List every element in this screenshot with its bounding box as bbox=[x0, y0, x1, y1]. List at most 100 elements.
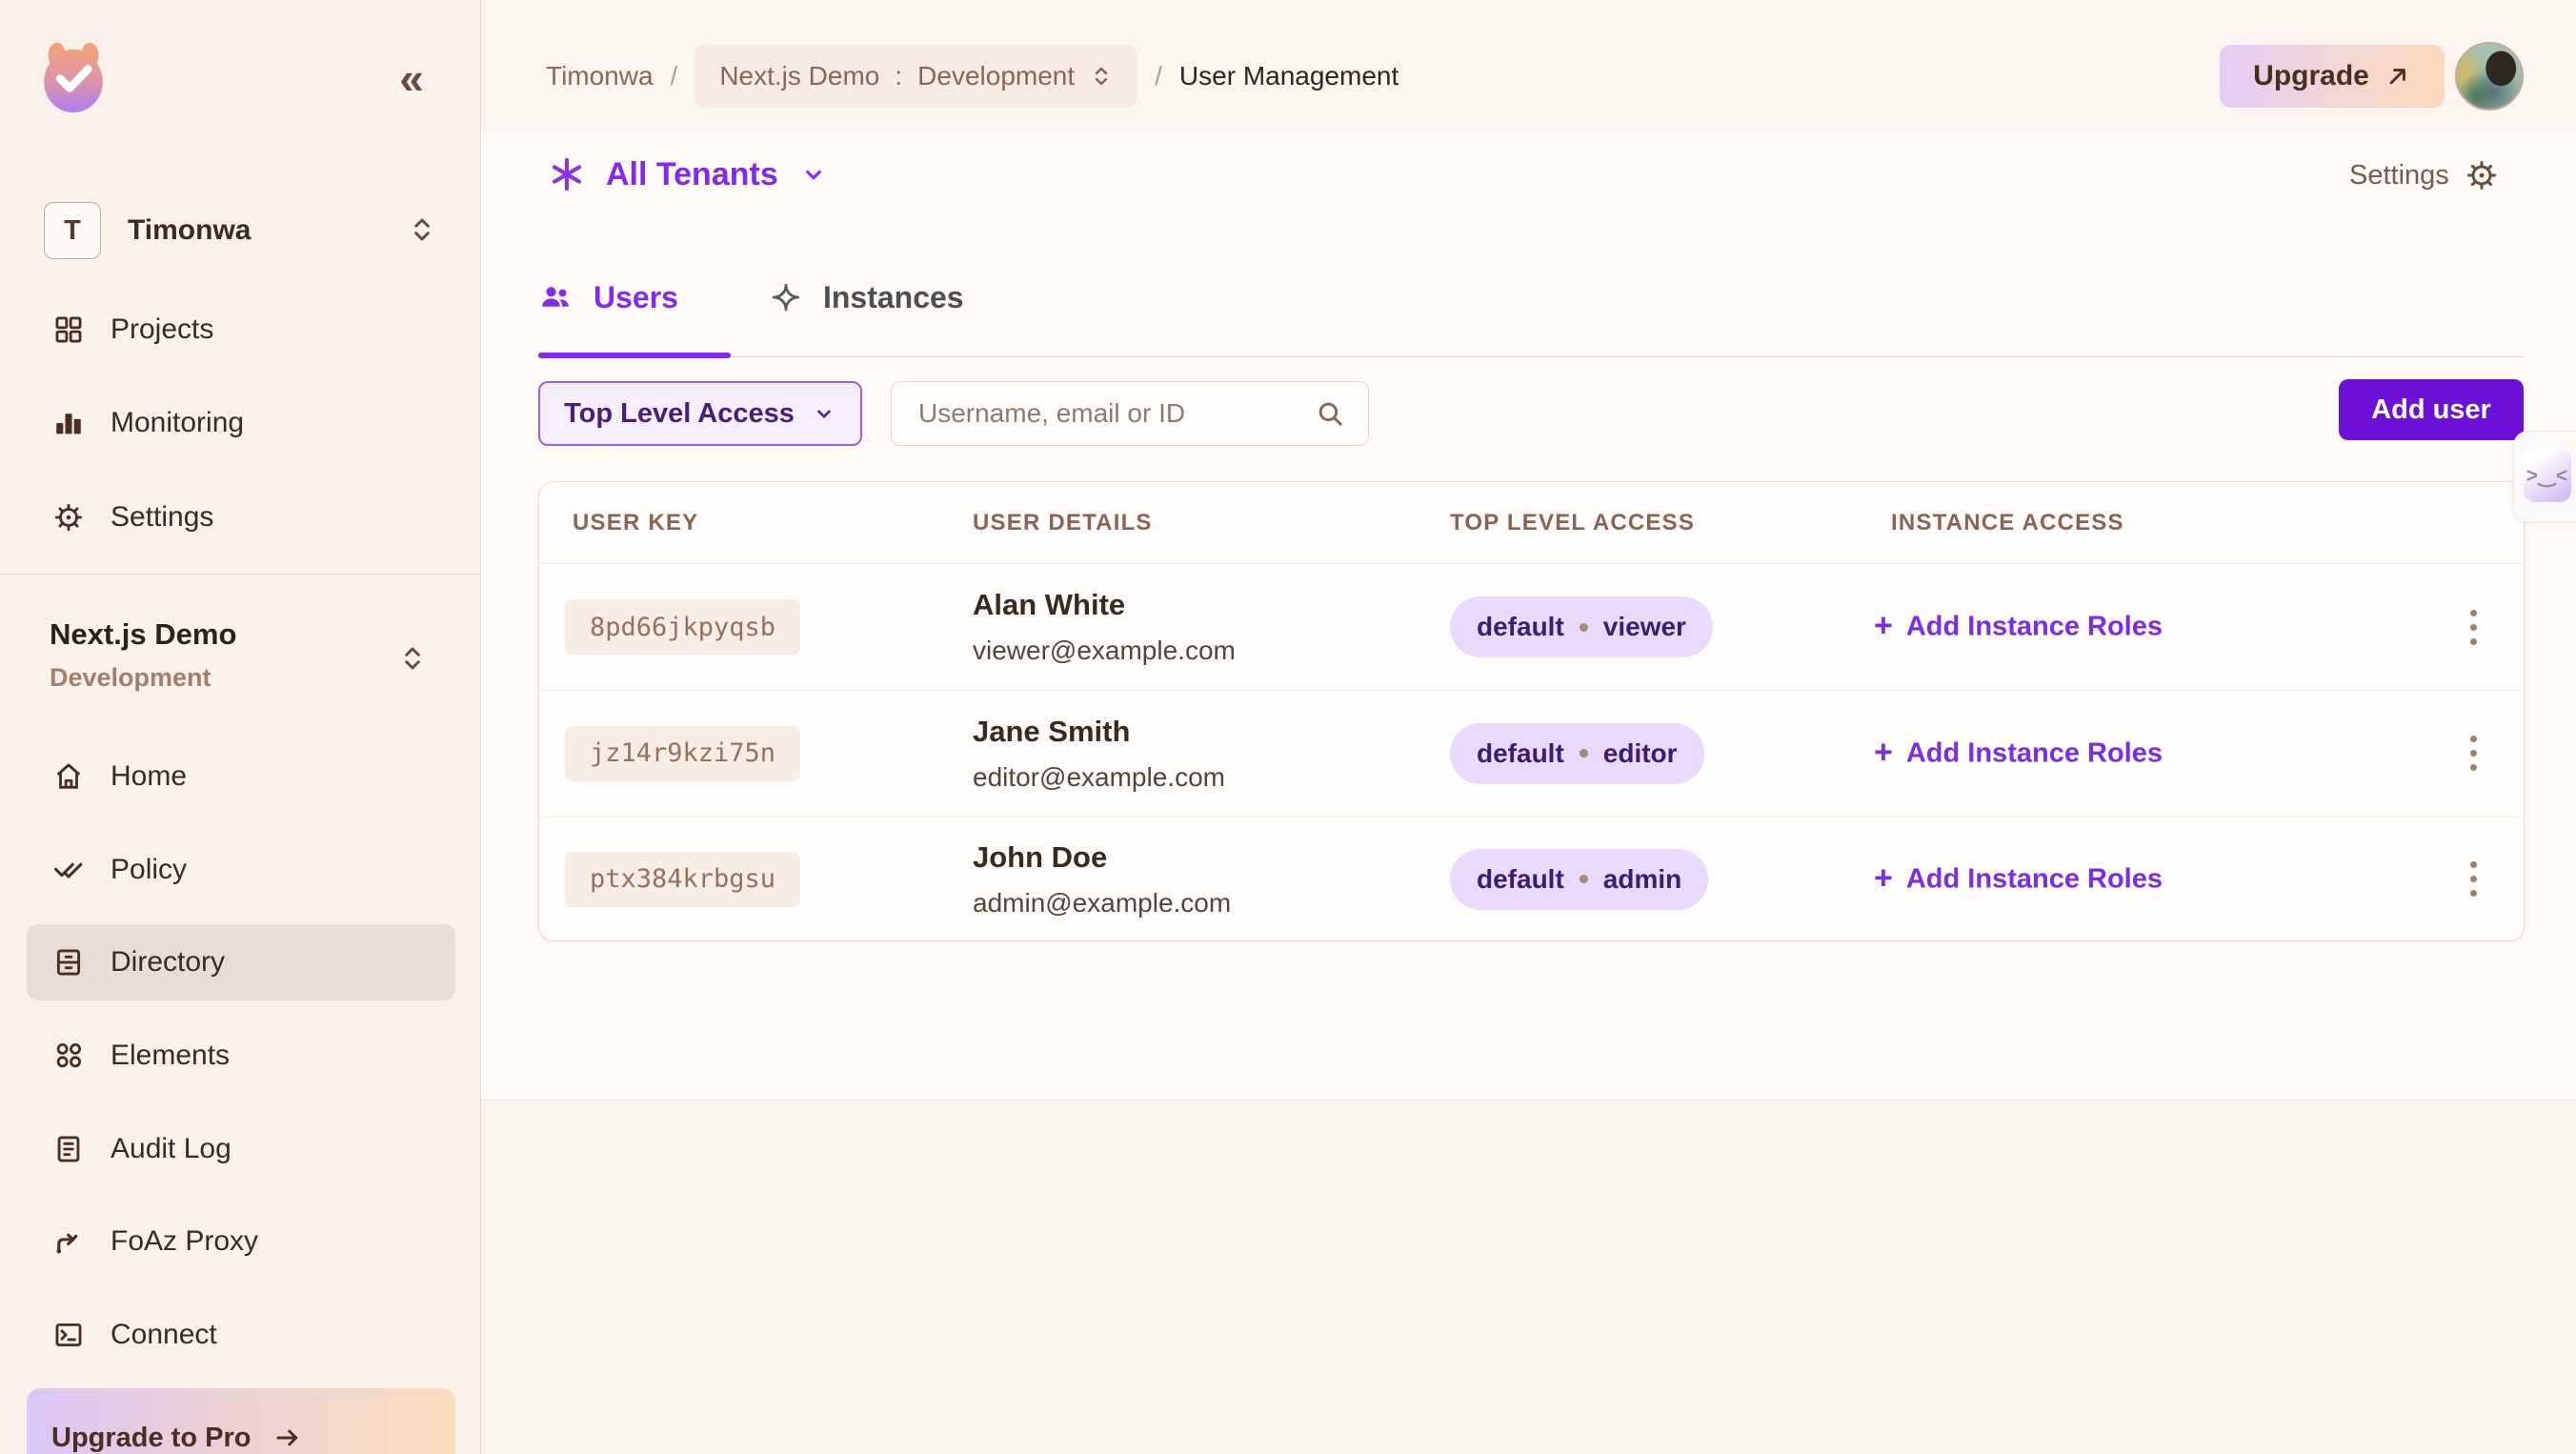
all-tenants-selector[interactable]: All Tenants bbox=[549, 151, 828, 198]
badge-role: admin bbox=[1603, 864, 1681, 895]
breadcrumb-org[interactable]: Timonwa bbox=[546, 61, 654, 91]
add-instance-roles-link[interactable]: + Add Instance Roles bbox=[1874, 737, 2163, 769]
breadcrumb-page: User Management bbox=[1179, 61, 1399, 91]
add-instance-roles-link[interactable]: + Add Instance Roles bbox=[1874, 863, 2163, 895]
user-email: editor@example.com bbox=[973, 762, 1225, 793]
sidebar-item-directory[interactable]: Directory bbox=[27, 924, 455, 1000]
sidebar-divider bbox=[0, 574, 481, 575]
home-icon bbox=[51, 759, 86, 794]
directory-cabinet-icon bbox=[51, 945, 86, 979]
sidebar-item-label: Connect bbox=[111, 1319, 217, 1351]
breadcrumb-environment: Development bbox=[917, 61, 1075, 91]
users-table: USER KEY USER DETAILS TOP LEVEL ACCESS I… bbox=[538, 481, 2525, 941]
user-details: Jane Smith editor@example.com bbox=[973, 715, 1225, 793]
app-logo-fox-icon bbox=[38, 38, 109, 116]
user-avatar[interactable] bbox=[2455, 42, 2524, 111]
project-name: Next.js Demo bbox=[50, 617, 450, 652]
search-icon[interactable] bbox=[1315, 398, 1345, 429]
breadcrumb-colon: : bbox=[895, 61, 902, 91]
chevron-up-down-icon bbox=[1090, 63, 1113, 90]
user-name: John Doe bbox=[973, 840, 1231, 875]
app-window: « T Timonwa Projects bbox=[0, 0, 2576, 1454]
access-badge: default admin bbox=[1450, 849, 1708, 910]
curved-arrow-icon bbox=[51, 1224, 86, 1259]
sidebar-item-label: Monitoring bbox=[111, 407, 244, 439]
sidebar-item-home[interactable]: Home bbox=[27, 738, 455, 815]
sidebar-item-policy[interactable]: Policy bbox=[27, 832, 455, 908]
grid-icon bbox=[51, 313, 86, 347]
filter-label: Top Level Access bbox=[564, 398, 795, 430]
add-instance-roles-link[interactable]: + Add Instance Roles bbox=[1874, 612, 2163, 643]
document-icon bbox=[51, 1132, 86, 1166]
breadcrumb-project-env-selector[interactable]: Next.js Demo : Development bbox=[694, 45, 1137, 108]
column-header-instance-access: INSTANCE ACCESS bbox=[1891, 510, 2124, 536]
column-header-top-level-access: TOP LEVEL ACCESS bbox=[1450, 510, 1695, 536]
plus-icon: + bbox=[1874, 861, 1893, 894]
add-user-label: Add user bbox=[2371, 394, 2491, 426]
user-details: Alan White viewer@example.com bbox=[973, 588, 1236, 666]
tab-users-label: Users bbox=[594, 280, 678, 315]
user-key: 8pd66jkpyqsb bbox=[565, 599, 800, 655]
user-name: Jane Smith bbox=[973, 715, 1225, 749]
sidebar-item-label: Policy bbox=[111, 854, 187, 886]
sidebar-item-settings[interactable]: Settings bbox=[27, 479, 455, 555]
breadcrumb-separator: / bbox=[1155, 61, 1162, 91]
table-header-row: USER KEY USER DETAILS TOP LEVEL ACCESS I… bbox=[539, 482, 2524, 564]
chevron-down-icon bbox=[799, 160, 828, 189]
user-search bbox=[891, 381, 1369, 446]
breadcrumb: Timonwa / Next.js Demo : Development / U… bbox=[546, 42, 1399, 111]
row-menu-kebab-icon[interactable] bbox=[2452, 851, 2494, 908]
main-footer-band bbox=[481, 1100, 2576, 1454]
sidebar-item-audit-log[interactable]: Audit Log bbox=[27, 1111, 455, 1187]
add-instance-roles-label: Add Instance Roles bbox=[1906, 612, 2163, 643]
tab-instances[interactable]: Instances bbox=[770, 280, 964, 315]
search-input[interactable] bbox=[918, 398, 1315, 429]
breadcrumb-separator: / bbox=[671, 61, 678, 91]
sidebar-item-monitoring[interactable]: Monitoring bbox=[27, 385, 455, 461]
column-header-user-details: USER DETAILS bbox=[973, 510, 1153, 536]
org-avatar: T bbox=[44, 202, 101, 259]
row-menu-kebab-icon[interactable] bbox=[2452, 598, 2494, 656]
collapse-sidebar-icon[interactable]: « bbox=[383, 50, 440, 107]
chevron-up-down-icon bbox=[408, 213, 436, 246]
sidebar-item-label: Home bbox=[111, 760, 187, 793]
sidebar-item-projects[interactable]: Projects bbox=[27, 292, 455, 368]
page-settings-link[interactable]: Settings bbox=[2349, 154, 2499, 196]
column-header-user-key: USER KEY bbox=[573, 510, 698, 536]
user-details: John Doe admin@example.com bbox=[973, 840, 1231, 919]
upgrade-button[interactable]: Upgrade bbox=[2220, 45, 2445, 108]
table-row: jz14r9kzi75n Jane Smith editor@example.c… bbox=[539, 690, 2524, 816]
org-switcher[interactable]: T Timonwa bbox=[44, 200, 444, 261]
user-email: viewer@example.com bbox=[973, 636, 1236, 666]
feedback-face-button[interactable]: >‿< bbox=[2524, 449, 2571, 502]
badge-tenant: default bbox=[1477, 864, 1564, 895]
add-user-button[interactable]: Add user bbox=[2339, 379, 2524, 440]
sidebar-item-label: Projects bbox=[111, 313, 213, 346]
users-icon bbox=[538, 280, 573, 314]
page-settings-label: Settings bbox=[2349, 160, 2449, 192]
project-switcher[interactable]: Next.js Demo Development bbox=[50, 617, 450, 699]
add-instance-roles-label: Add Instance Roles bbox=[1906, 737, 2163, 769]
tab-users[interactable]: Users bbox=[538, 280, 678, 315]
sparkle-icon bbox=[770, 281, 802, 313]
badge-tenant: default bbox=[1477, 612, 1564, 642]
top-level-access-filter[interactable]: Top Level Access bbox=[538, 381, 862, 446]
sidebar-item-label: Directory bbox=[111, 946, 225, 979]
plus-icon: + bbox=[1874, 736, 1893, 768]
chevron-up-down-icon bbox=[398, 642, 427, 675]
sidebar-item-connect[interactable]: Connect bbox=[27, 1297, 455, 1373]
badge-role: viewer bbox=[1603, 612, 1686, 642]
arrow-up-right-icon bbox=[2385, 63, 2411, 90]
plus-icon: + bbox=[1874, 610, 1893, 642]
feedback-widget-tab: >‿< bbox=[2513, 431, 2576, 522]
tabs-divider bbox=[538, 356, 2525, 357]
sidebar-item-elements[interactable]: Elements bbox=[27, 1018, 455, 1094]
row-menu-kebab-icon[interactable] bbox=[2452, 725, 2494, 782]
tab-bar: Users Instances bbox=[538, 271, 964, 324]
tab-instances-label: Instances bbox=[823, 280, 964, 315]
sidebar: « T Timonwa Projects bbox=[0, 0, 481, 1454]
sidebar-item-foaz-proxy[interactable]: FoAz Proxy bbox=[27, 1203, 455, 1280]
upgrade-button-label: Upgrade bbox=[2253, 60, 2369, 92]
upgrade-to-pro-button[interactable]: Upgrade to Pro bbox=[27, 1388, 455, 1454]
arrow-right-icon bbox=[273, 1424, 302, 1452]
